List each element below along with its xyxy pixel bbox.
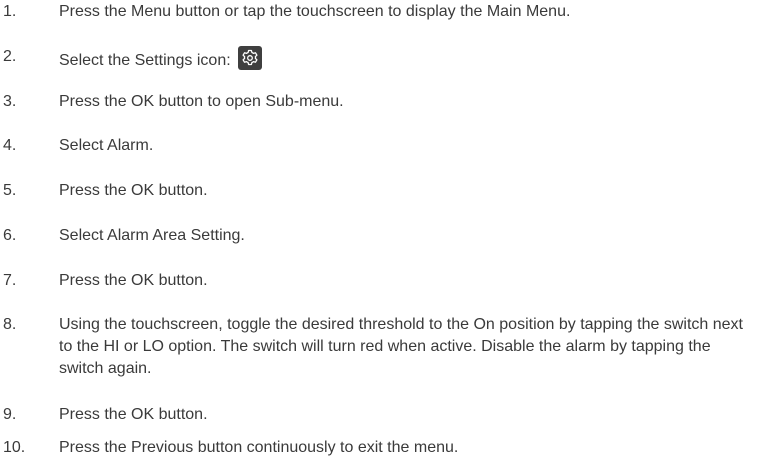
step-text: Select the Settings icon:: [59, 46, 759, 72]
step-text: Press the Menu button or tap the touchsc…: [59, 3, 571, 20]
step-item: 9. Press the OK button.: [0, 404, 766, 426]
step-item: 1. Press the Menu button or tap the touc…: [0, 1, 766, 23]
step-item: 8. Using the touchscreen, toggle the des…: [0, 314, 766, 380]
step-item: 10. Press the Previous button continuous…: [0, 437, 766, 459]
step-text: Press the OK button to open Sub-menu.: [59, 93, 344, 110]
step-text: Press the OK button.: [59, 406, 208, 423]
step-item: 5. Press the OK button.: [0, 180, 766, 202]
step-text: Using the touchscreen, toggle the desire…: [59, 316, 743, 377]
step-item: 6. Select Alarm Area Setting.: [0, 225, 766, 247]
step-text: Select Alarm Area Setting.: [59, 227, 245, 244]
step-number: 2.: [3, 48, 17, 65]
step-number: 5.: [3, 182, 17, 199]
step-number: 10.: [3, 439, 26, 456]
step-number: 4.: [3, 137, 17, 154]
step-number: 8.: [3, 316, 17, 333]
step-item: 4. Select Alarm.: [0, 135, 766, 157]
step-text: Select Alarm.: [59, 137, 154, 154]
settings-icon: [238, 46, 263, 70]
step-item: 2. Select the Settings icon:: [0, 46, 766, 72]
step-item: 7. Press the OK button.: [0, 270, 766, 292]
step-number: 7.: [3, 272, 17, 289]
step-number: 6.: [3, 227, 17, 244]
step-text: Press the Previous button continuously t…: [59, 439, 459, 456]
step-text-content: Select the Settings icon:: [59, 52, 231, 69]
step-number: 9.: [3, 406, 17, 423]
step-number: 1.: [3, 3, 17, 20]
step-number: 3.: [3, 93, 17, 110]
step-text: Press the OK button.: [59, 272, 208, 289]
step-text: Press the OK button.: [59, 182, 208, 199]
step-item: 3. Press the OK button to open Sub-menu.: [0, 91, 766, 113]
